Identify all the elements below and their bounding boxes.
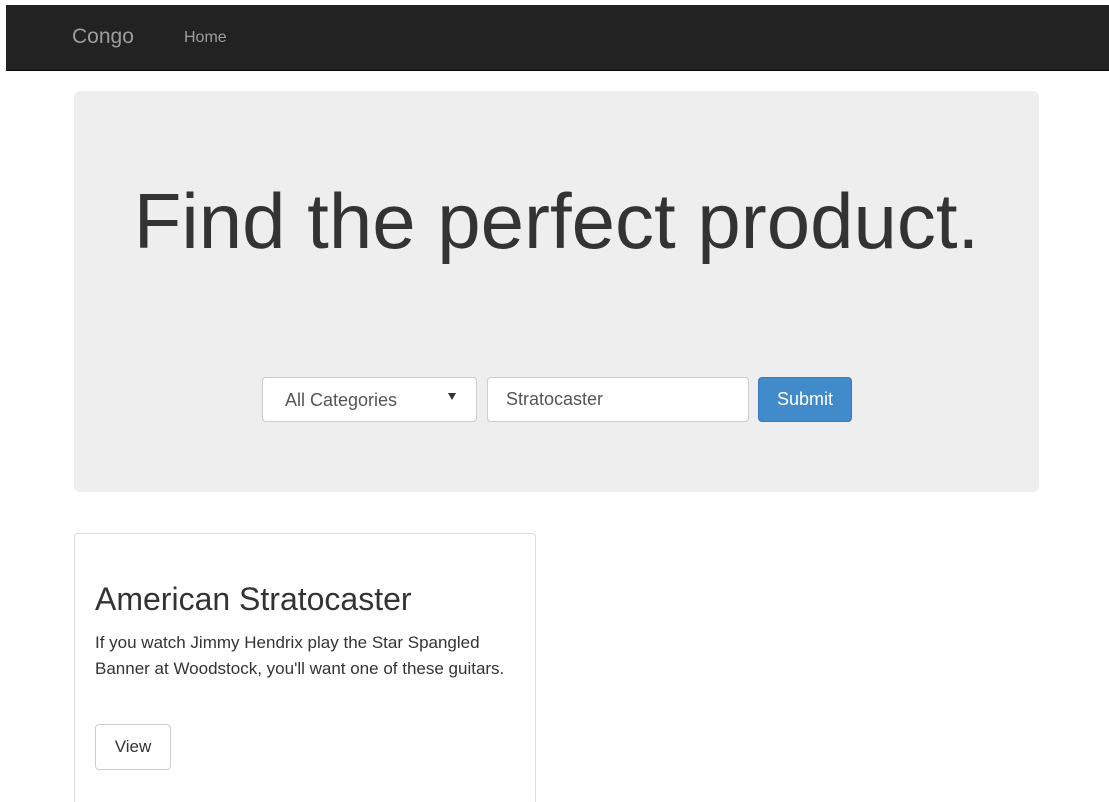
brand-link[interactable]: Congo [72, 25, 134, 49]
nav-link-home[interactable]: Home [184, 28, 227, 48]
hero-title: Find the perfect product. [133, 177, 980, 265]
caret-down-icon [448, 393, 456, 400]
search-input[interactable] [487, 377, 749, 422]
category-select[interactable]: All Categories [262, 377, 477, 422]
top-navbar: Congo Home [6, 5, 1109, 71]
category-select-value: All Categories [285, 390, 398, 410]
view-button[interactable]: View [95, 724, 171, 770]
submit-button[interactable]: Submit [758, 377, 852, 422]
product-description: If you watch Jimmy Hendrix play the Star… [95, 633, 505, 678]
product-title: American Stratocaster [95, 581, 412, 617]
hero-jumbotron: Find the perfect product. All Categories… [74, 91, 1039, 492]
product-card: American Stratocaster If you watch Jimmy… [74, 533, 536, 802]
search-form: All Categories Submit [74, 377, 1039, 425]
